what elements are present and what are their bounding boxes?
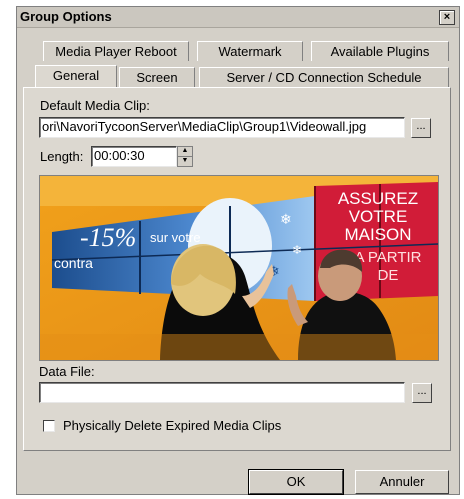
down-arrow-icon[interactable]: ▼	[178, 157, 192, 166]
data-file-field[interactable]	[39, 382, 405, 403]
tab-server-cd-connection-schedule[interactable]: Server / CD Connection Schedule	[199, 67, 449, 87]
tab-general[interactable]: General	[35, 65, 117, 87]
preview-text-assurez: ASSUREZ	[338, 189, 418, 208]
length-label: Length:	[40, 149, 84, 164]
tab-watermark[interactable]: Watermark	[197, 41, 303, 61]
data-file-browse-button[interactable]: ...	[412, 383, 432, 403]
length-field[interactable]: 00:00:30	[91, 146, 177, 167]
window-title: Group Options	[20, 9, 112, 24]
tab-media-player-reboot[interactable]: Media Player Reboot	[43, 41, 189, 61]
tab-available-plugins[interactable]: Available Plugins	[311, 41, 449, 61]
close-icon: ×	[443, 11, 451, 23]
tab-label: Server / CD Connection Schedule	[226, 70, 422, 85]
group-options-dialog: Group Options × Media Player Reboot Wate…	[16, 6, 460, 495]
preview-text-maison: MAISON	[344, 225, 411, 244]
title-bar: Group Options ×	[17, 7, 459, 28]
delete-expired-checkbox[interactable]	[43, 420, 55, 432]
preview-text-de: DE	[378, 267, 399, 284]
preview-text-a-partir: A PARTIR	[355, 249, 422, 266]
data-file-label: Data File:	[39, 364, 95, 379]
cancel-button[interactable]: Annuler	[355, 470, 449, 494]
tab-label: Media Player Reboot	[55, 44, 177, 59]
snowflake-icon: ❄	[292, 243, 302, 257]
tab-screen[interactable]: Screen	[119, 67, 195, 87]
media-clip-browse-button[interactable]: ...	[411, 118, 431, 138]
tab-label: Available Plugins	[330, 44, 430, 59]
delete-expired-label: Physically Delete Expired Media Clips	[63, 418, 282, 433]
preview-text-discount: -15%	[80, 223, 136, 252]
media-clip-preview-image: -15% sur votre contra tion ASSUREZ VOTRE…	[39, 175, 439, 361]
default-media-clip-field[interactable]: ori\NavoriTycoonServer\MediaClip\Group1\…	[39, 117, 405, 138]
up-arrow-icon[interactable]: ▲	[178, 147, 192, 157]
preview-text-votre: VOTRE	[349, 207, 408, 226]
close-button[interactable]: ×	[439, 10, 455, 25]
tab-label: Screen	[136, 70, 178, 85]
tab-label: Watermark	[218, 44, 282, 59]
videowall-photo: -15% sur votre contra tion ASSUREZ VOTRE…	[40, 176, 438, 360]
preview-text-sur-votre: sur votre	[150, 230, 201, 245]
preview-text-contra: contra	[54, 255, 93, 271]
default-media-clip-label: Default Media Clip:	[40, 98, 150, 113]
tab-label: General	[52, 68, 100, 83]
snowflake-icon: ❄	[280, 211, 292, 227]
ok-button[interactable]: OK	[248, 469, 344, 495]
length-spinner[interactable]: ▲ ▼	[177, 146, 193, 167]
